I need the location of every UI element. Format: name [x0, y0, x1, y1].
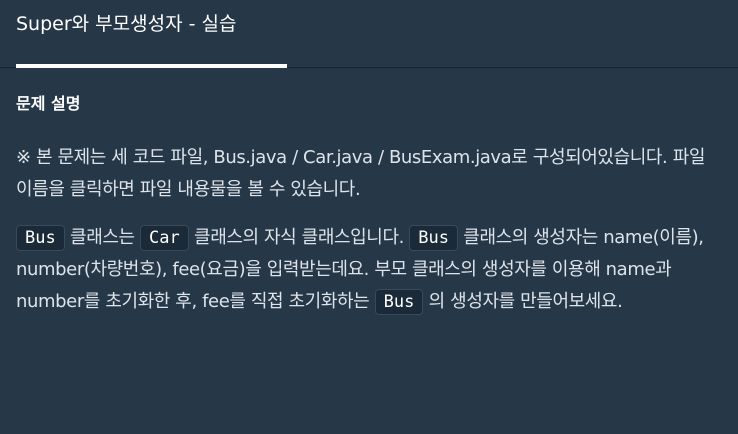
code-bus: Bus [409, 225, 458, 251]
tab-problem[interactable]: Super와 부모생성자 - 실습 [16, 0, 287, 68]
code-bus: Bus [374, 289, 424, 315]
code-car: Car [140, 225, 189, 251]
header: Super와 부모생성자 - 실습 [0, 0, 738, 68]
text-segment: 클래스는 [64, 227, 141, 248]
section-title: 문제 설명 [16, 94, 81, 113]
tab-active-underline [16, 64, 287, 68]
text-segment: 의 생성자를 만들어보세요. [423, 291, 623, 312]
paragraph-instructions: Bus 클래스는 Car 클래스의 자식 클래스입니다. Bus 클래스의 생성… [16, 222, 726, 318]
tab-title: Super와 부모생성자 - 실습 [16, 13, 237, 35]
paragraph-notice: ※ 본 문제는 세 코드 파일, Bus.java / Car.java / B… [16, 147, 706, 200]
code-bus: Bus [16, 225, 65, 251]
text-segment: 클래스의 자식 클래스입니다. [188, 227, 410, 248]
problem-description: 문제 설명 ※ 본 문제는 세 코드 파일, Bus.java / Car.ja… [16, 92, 726, 318]
